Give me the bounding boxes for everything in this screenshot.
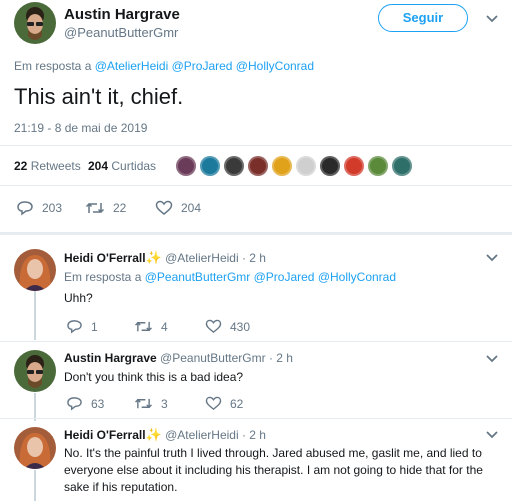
reply-action[interactable]: 1 — [66, 319, 98, 334]
likes-label: Curtidas — [111, 159, 157, 173]
chevron-down-icon[interactable] — [484, 353, 500, 365]
retweet-action[interactable]: 4 — [134, 319, 168, 334]
like-action[interactable]: 204 — [155, 200, 201, 216]
reply-avatar[interactable] — [14, 249, 56, 291]
reply-author-handle[interactable]: @PeanutButterGmr — [160, 351, 266, 365]
reply-author-name[interactable]: Austin Hargrave — [64, 351, 157, 365]
liker-avatar[interactable] — [224, 156, 244, 176]
reply-time[interactable]: · 2 h — [242, 251, 266, 265]
like-count: 204 — [181, 201, 202, 215]
reply-to-prefix: Em resposta a — [64, 270, 142, 284]
reply-avatar[interactable] — [14, 427, 56, 469]
thread-line — [34, 470, 36, 501]
heart-icon — [205, 319, 222, 334]
reply-to-mentions[interactable]: @AtelierHeidi @ProJared @HollyConrad — [95, 59, 314, 73]
reply-text: Don't you think this is a bad idea? — [64, 370, 244, 384]
reply-icon — [67, 320, 82, 334]
reply-time[interactable]: · 2 h — [242, 428, 266, 442]
divider — [0, 232, 512, 235]
reply-count: 1 — [91, 319, 98, 334]
reply-header: Heidi O'Ferrall✨ @AtelierHeidi · 2 h — [64, 250, 266, 266]
divider — [0, 145, 512, 146]
chevron-down-icon[interactable] — [484, 13, 500, 25]
divider — [0, 185, 512, 186]
reply-avatar[interactable] — [14, 350, 56, 392]
heart-icon — [205, 396, 222, 411]
like-action[interactable]: 62 — [205, 396, 243, 411]
like-count: 62 — [230, 396, 244, 411]
reply-to-mentions[interactable]: @PeanutButterGmr @ProJared @HollyConrad — [145, 270, 396, 284]
reply-header: Austin Hargrave @PeanutButterGmr · 2 h — [64, 351, 293, 365]
retweets-label: Retweets — [30, 159, 81, 173]
chevron-down-icon[interactable] — [484, 429, 500, 441]
liker-avatar[interactable] — [248, 156, 268, 176]
reply-to-line: Em resposta a @PeanutButterGmr @ProJared… — [64, 270, 396, 284]
reply-author-name[interactable]: Heidi O'Ferrall — [64, 428, 146, 442]
liker-avatar[interactable] — [272, 156, 292, 176]
reply-action[interactable]: 203 — [16, 200, 62, 216]
heart-icon — [155, 200, 173, 215]
follow-button[interactable]: Seguir — [378, 4, 468, 32]
retweets-count: 22 — [14, 159, 28, 173]
liker-avatar[interactable] — [368, 156, 388, 176]
reply-count: 63 — [91, 396, 105, 411]
retweet-count: 3 — [161, 396, 168, 411]
reply-header: Heidi O'Ferrall✨ @AtelierHeidi · 2 h — [64, 427, 266, 443]
retweet-action[interactable]: 3 — [134, 396, 168, 411]
like-action[interactable]: 430 — [205, 319, 250, 334]
retweet-icon — [85, 202, 105, 214]
likes-count: 204 — [88, 159, 109, 173]
reply-author-handle[interactable]: @AtelierHeidi — [165, 428, 239, 442]
liker-avatar[interactable] — [176, 156, 196, 176]
thread-line — [34, 290, 36, 340]
author-handle[interactable]: @PeanutButterGmr — [64, 25, 178, 40]
chevron-down-icon[interactable] — [484, 252, 500, 264]
liker-avatar[interactable] — [344, 156, 364, 176]
reply-author-name[interactable]: Heidi O'Ferrall — [64, 251, 146, 265]
retweet-icon — [135, 398, 152, 409]
reply-to-prefix: Em resposta a — [14, 59, 92, 73]
liker-avatar[interactable] — [320, 156, 340, 176]
retweet-icon — [135, 321, 152, 332]
liker-avatar[interactable] — [200, 156, 220, 176]
reply-text: Uhh? — [64, 291, 93, 305]
tweet-timestamp[interactable]: 21:19 - 8 de mai de 2019 — [14, 121, 147, 135]
liker-avatar[interactable] — [296, 156, 316, 176]
liker-avatar[interactable] — [392, 156, 412, 176]
likes-stat[interactable]: 204 Curtidas — [88, 159, 156, 173]
reply-icon — [17, 201, 33, 216]
like-count: 430 — [230, 319, 251, 334]
reply-author-handle[interactable]: @AtelierHeidi — [165, 251, 239, 265]
divider — [0, 341, 512, 342]
divider — [0, 418, 512, 419]
sparkles-icon: ✨ — [145, 250, 162, 265]
retweets-stat[interactable]: 22 Retweets — [14, 159, 81, 173]
retweet-action[interactable]: 22 — [85, 200, 126, 216]
author-name[interactable]: Austin Hargrave — [64, 6, 180, 23]
reply-text: No. It's the painful truth I lived throu… — [64, 446, 483, 494]
sparkles-icon: ✨ — [145, 427, 162, 442]
retweet-count: 4 — [161, 319, 168, 334]
reply-to-line: Em resposta a @AtelierHeidi @ProJared @H… — [14, 59, 314, 73]
reply-count: 203 — [42, 201, 63, 215]
reply-action[interactable]: 63 — [66, 396, 104, 411]
author-avatar[interactable] — [14, 2, 56, 44]
retweet-count: 22 — [113, 201, 127, 215]
thread-line — [34, 393, 36, 421]
tweet-text: This ain't it, chief. — [14, 84, 184, 109]
reply-icon — [67, 397, 82, 411]
reply-time[interactable]: · 2 h — [269, 351, 293, 365]
liker-avatars — [176, 156, 412, 176]
